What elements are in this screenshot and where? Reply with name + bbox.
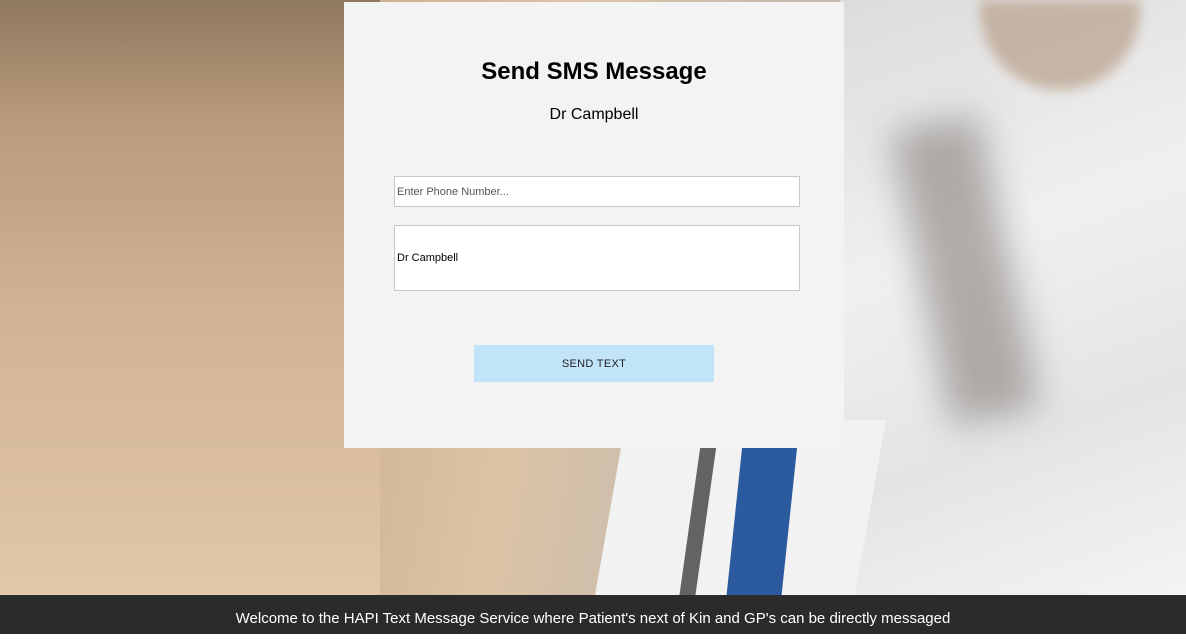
send-text-button[interactable]: SEND TEXT xyxy=(474,345,714,382)
doctor-name-subtitle: Dr Campbell xyxy=(549,106,639,123)
background-left-blur xyxy=(0,0,380,595)
phone-number-input[interactable] xyxy=(394,176,800,207)
message-textarea[interactable]: Dr Campbell xyxy=(394,225,800,291)
footer-banner: Welcome to the HAPI Text Message Service… xyxy=(0,595,1186,634)
page-title: Send SMS Message xyxy=(481,58,707,85)
sms-form-card: Send SMS Message Dr Campbell Dr Campbell… xyxy=(344,2,844,448)
